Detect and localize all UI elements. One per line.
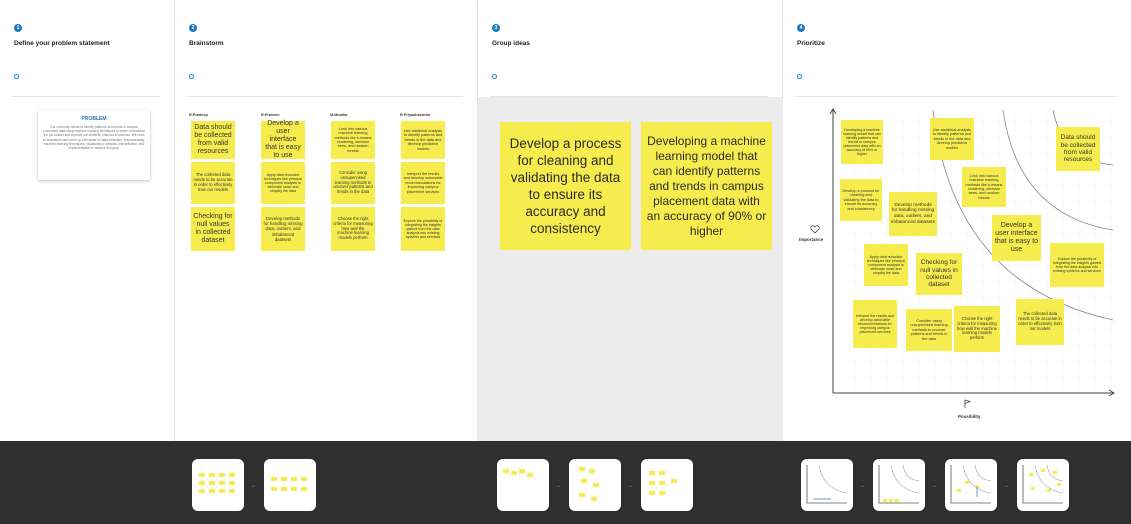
thumbnail-prioritize-3[interactable]	[945, 459, 997, 511]
thumbnail-group-2[interactable]	[569, 459, 621, 511]
priority-sticky[interactable]: Consider using unsupervised learning met…	[906, 309, 952, 351]
sticky-note[interactable]: Develop a user interface that is easy to…	[261, 120, 305, 159]
priority-sticky[interactable]: Apply data reduction techniques like pri…	[864, 244, 908, 286]
thumbnail-brainstorm-1[interactable]	[192, 459, 244, 511]
divider	[12, 96, 160, 97]
thumbnail-brainstorm-2[interactable]	[264, 459, 316, 511]
priority-sticky[interactable]: Develop methods for handling missing dat…	[889, 192, 937, 236]
priority-sticky[interactable]: Use statistical analysis to identify pat…	[930, 118, 974, 160]
flag-icon	[964, 399, 972, 408]
step-number-4: 4	[797, 24, 805, 32]
sticky-note[interactable]: Choose the right criteria for measuring …	[331, 207, 375, 251]
step-title-group: Group ideas	[492, 40, 530, 47]
sticky-note[interactable]: The collected data needs to be accurate …	[191, 162, 235, 204]
info-icon[interactable]	[14, 74, 19, 81]
step-title-brainstorm: Brainstorm	[189, 40, 224, 47]
thumbnail-group-3[interactable]	[641, 459, 693, 511]
step-number-2: 2	[189, 24, 197, 32]
arrow-icon: →	[627, 483, 633, 489]
info-icon[interactable]	[492, 74, 497, 81]
step-number-3: 3	[492, 24, 500, 32]
step-title-prioritize: Prioritize	[797, 40, 825, 47]
sticky-note[interactable]: Look into various machine learning metho…	[331, 121, 375, 159]
info-icon[interactable]	[189, 74, 194, 81]
info-icon[interactable]	[797, 74, 802, 81]
sticky-note[interactable]: Interpret the results and develop action…	[401, 162, 445, 204]
thumbnail-prioritize-2[interactable]	[873, 459, 925, 511]
divider	[187, 96, 463, 97]
heart-icon	[810, 225, 820, 234]
priority-sticky[interactable]: Developing a machine learning model that…	[841, 120, 883, 164]
priority-sticky[interactable]: Interpret the results and develop action…	[853, 300, 897, 348]
priority-sticky[interactable]: Data should be collected from valid reso…	[1056, 127, 1100, 171]
thumbnail-group-1[interactable]	[497, 459, 549, 511]
priority-sticky[interactable]: Checking for null values in collected da…	[916, 253, 962, 295]
thumbnail-prioritize-1[interactable]	[801, 459, 853, 511]
problem-card[interactable]: PROBLEM Our university needs to identify…	[38, 110, 150, 180]
sticky-note[interactable]: Explore the possibility of integrating t…	[401, 207, 445, 251]
sticky-note[interactable]: Apply data reduction techniques like pri…	[261, 162, 305, 204]
grouped-sticky[interactable]: Develop a process for cleaning and valid…	[500, 122, 631, 250]
arrow-icon: →	[250, 483, 256, 489]
sticky-note[interactable]: Checking for null values in collected da…	[191, 207, 235, 251]
step-title-define: Define your problem statement	[14, 40, 110, 47]
sticky-note[interactable]: Develop methods for handling missing dat…	[261, 207, 305, 251]
arrow-icon: →	[1003, 483, 1009, 489]
thumbnail-prioritize-4[interactable]	[1017, 459, 1069, 511]
sticky-note[interactable]: Consider using unsupervised learning met…	[331, 162, 375, 204]
problem-title: PROBLEM	[81, 116, 107, 122]
priority-sticky[interactable]: Look into various machine learning metho…	[962, 167, 1006, 207]
priority-sticky[interactable]: Explore the possibility of integrating t…	[1050, 243, 1104, 287]
priority-sticky[interactable]: The collected data needs to be accurate …	[1016, 299, 1064, 345]
divider	[795, 96, 1117, 97]
step-number-1: 1	[14, 24, 22, 32]
priority-sticky[interactable]: Choose the right criteria for measuring …	[954, 306, 1000, 352]
grouped-sticky[interactable]: Developing a machine learning model that…	[641, 122, 772, 250]
x-axis-label: Possibility	[958, 414, 981, 419]
priority-sticky[interactable]: Develop a user interface that is easy to…	[992, 215, 1041, 261]
arrow-icon: →	[931, 483, 937, 489]
person-name: R.Priyadharshini	[400, 113, 431, 117]
arrow-icon: →	[859, 483, 865, 489]
person-name: R.Pradeep	[189, 113, 208, 117]
sticky-note[interactable]: Data should be collected from valid reso…	[191, 121, 235, 159]
problem-text: Our university needs to identify pattern…	[43, 125, 145, 151]
arrow-icon: →	[555, 483, 561, 489]
y-axis-label: Importance	[799, 237, 824, 242]
sticky-note[interactable]: Use statistical analysis to identify pat…	[401, 121, 445, 159]
priority-sticky[interactable]: Develop a process for cleaning and valid…	[840, 179, 882, 221]
person-name: R.Praveen	[261, 113, 280, 117]
person-name: M.Monika	[330, 113, 348, 117]
